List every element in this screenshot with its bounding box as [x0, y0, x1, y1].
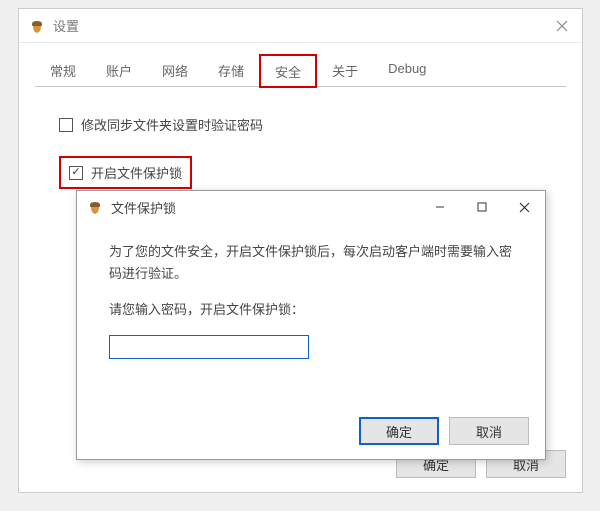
verify-password-checkbox[interactable]: [59, 118, 73, 132]
dialog-ok-button[interactable]: 确定: [359, 417, 439, 445]
maximize-button[interactable]: [461, 191, 503, 223]
tab-debug[interactable]: Debug: [373, 54, 441, 88]
dialog-body: 为了您的文件安全，开启文件保护锁后，每次启动客户端时需要输入密码进行验证。 请您…: [77, 223, 545, 359]
close-button[interactable]: [542, 9, 582, 43]
tab-account[interactable]: 账户: [91, 54, 147, 88]
acorn-icon: [87, 199, 103, 215]
tab-strip: 常规 账户 网络 存储 安全 关于 Debug: [19, 43, 582, 87]
dialog-titlebar: 文件保护锁: [77, 191, 545, 223]
tab-storage[interactable]: 存储: [203, 54, 259, 88]
tab-network[interactable]: 网络: [147, 54, 203, 88]
tab-security[interactable]: 安全: [259, 54, 317, 88]
file-lock-label: 开启文件保护锁: [91, 163, 182, 182]
password-input-wrap: [109, 335, 513, 359]
verify-password-label: 修改同步文件夹设置时验证密码: [81, 115, 263, 134]
tab-general[interactable]: 常规: [35, 54, 91, 88]
file-lock-highlight: 开启文件保护锁: [59, 156, 192, 189]
close-button[interactable]: [503, 191, 545, 223]
dialog-footer: 确定 取消: [359, 417, 529, 445]
window-controls: [419, 191, 545, 223]
minimize-button[interactable]: [419, 191, 461, 223]
dialog-cancel-button[interactable]: 取消: [449, 417, 529, 445]
acorn-icon: [29, 18, 45, 34]
password-input[interactable]: [109, 335, 309, 359]
settings-titlebar: 设置: [19, 9, 582, 43]
file-lock-dialog: 文件保护锁 为了您的文件安全，开启文件保护锁后，每次启动客户端时需要输入密码进行…: [76, 190, 546, 460]
settings-title: 设置: [53, 16, 79, 35]
tab-about[interactable]: 关于: [317, 54, 373, 88]
dialog-description: 为了您的文件安全，开启文件保护锁后，每次启动客户端时需要输入密码进行验证。: [109, 241, 513, 285]
file-lock-row: 开启文件保护锁: [59, 156, 542, 189]
verify-password-row: 修改同步文件夹设置时验证密码: [59, 115, 542, 134]
dialog-title: 文件保护锁: [111, 198, 176, 217]
file-lock-checkbox[interactable]: [69, 166, 83, 180]
dialog-prompt: 请您输入密码，开启文件保护锁：: [109, 299, 513, 321]
